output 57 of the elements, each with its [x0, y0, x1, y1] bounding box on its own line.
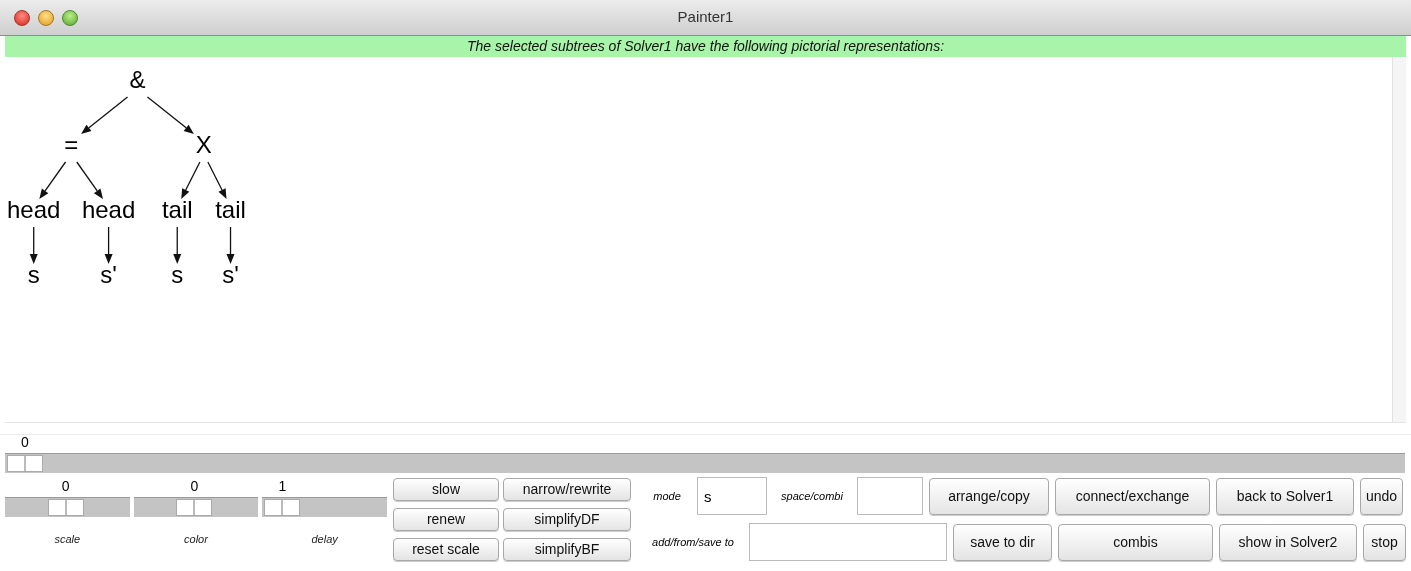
tree-node-label: head: [7, 197, 61, 223]
button[interactable]: combis: [1058, 523, 1213, 561]
tree-node-label: s': [222, 262, 239, 288]
button[interactable]: slow: [393, 478, 499, 501]
tree-node-label: X: [195, 132, 212, 158]
tree-arrow: [146, 96, 194, 134]
minimize-icon[interactable]: [38, 9, 54, 26]
tree-node-label: s: [27, 262, 40, 288]
space-combi-field[interactable]: [857, 477, 923, 515]
tree-arrow: [29, 226, 38, 264]
space-combi-label: space/combi: [780, 488, 844, 504]
button[interactable]: simplifyBF: [503, 538, 631, 561]
tree-node-label: s: [171, 262, 184, 288]
add-from-save-label: add/from/save to: [651, 534, 735, 550]
button[interactable]: connect/exchange: [1055, 477, 1210, 515]
tree-arrow: [181, 161, 201, 199]
tree-node-label: tail: [215, 197, 246, 223]
slider-value: 0: [190, 477, 199, 495]
slider-value: 1: [278, 477, 287, 495]
window-title: Painter1: [677, 7, 734, 28]
slider-thumb[interactable]: [47, 499, 84, 516]
slider-thumb[interactable]: [264, 499, 301, 516]
button[interactable]: undo: [1360, 477, 1403, 515]
tree-arrow: [104, 226, 113, 264]
slider-value: 0: [21, 433, 29, 451]
tree-arrow: [207, 161, 227, 199]
tree-arrow: [173, 226, 182, 264]
tree-arrow: [39, 161, 67, 199]
tree-arrow: [76, 161, 103, 199]
button[interactable]: save to dir: [953, 523, 1052, 561]
button[interactable]: simplifyDF: [503, 508, 631, 531]
button[interactable]: arrange/copy: [929, 477, 1049, 515]
slider-label: delay: [310, 532, 339, 547]
info-banner: The selected subtrees of Solver1 have the following pictorial representations:: [5, 36, 1406, 57]
button[interactable]: reset scale: [393, 538, 499, 561]
slider-thumb[interactable]: [7, 455, 43, 472]
tree-arrow: [81, 96, 129, 134]
tree-arrow: [226, 226, 235, 264]
tree-node-label: head: [81, 197, 136, 223]
slider-label: scale: [53, 532, 82, 547]
add-from-save-field[interactable]: [749, 523, 947, 561]
mode-label: mode: [652, 488, 682, 504]
tree-node-label: s': [100, 262, 117, 288]
slider-thumb[interactable]: [176, 499, 213, 516]
tree-node-label: &: [129, 67, 146, 93]
button[interactable]: narrow/rewrite: [503, 478, 631, 501]
button[interactable]: renew: [393, 508, 499, 531]
slider-label: color: [183, 532, 209, 547]
close-icon[interactable]: [14, 9, 30, 26]
mode-field[interactable]: s: [697, 477, 767, 515]
button[interactable]: stop: [1363, 523, 1406, 561]
button[interactable]: back to Solver1: [1216, 477, 1354, 515]
tree-node-label: =: [64, 132, 79, 158]
slider-value: 0: [61, 477, 70, 495]
zoom-icon[interactable]: [62, 9, 78, 26]
tree-node-label: tail: [161, 197, 193, 223]
button[interactable]: show in Solver2: [1219, 523, 1357, 561]
